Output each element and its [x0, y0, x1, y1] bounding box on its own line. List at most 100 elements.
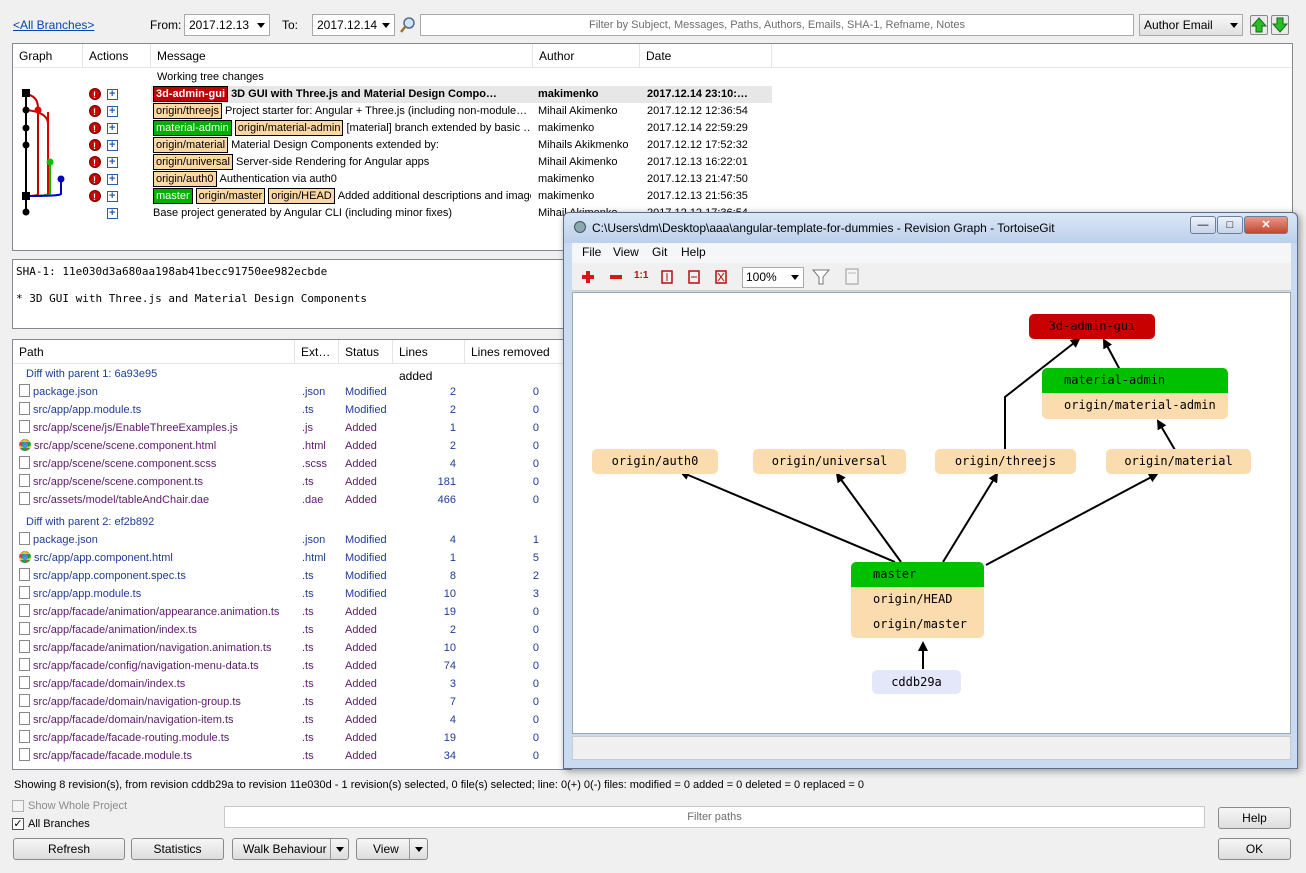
menu-file[interactable]: File: [582, 245, 601, 259]
col-header-status[interactable]: Status: [339, 340, 393, 364]
diff-group-header[interactable]: Diff with parent 1: 6a93e95: [13, 365, 571, 383]
file-row[interactable]: src/app/facade/animation/index.ts .ts Adde…: [13, 621, 571, 639]
ok-button[interactable]: OK: [1218, 838, 1291, 860]
node-cddb29a[interactable]: cddb29a: [872, 670, 961, 694]
close-button[interactable]: ✕: [1244, 216, 1288, 234]
error-icon[interactable]: [89, 189, 101, 206]
log-row[interactable]: masterorigin/masterorigin/HEADAdded addi…: [13, 188, 772, 206]
file-row[interactable]: src/app/facade/domain/navigation-item.ts…: [13, 711, 571, 729]
commit-details[interactable]: SHA-1: 11e030d3a680aa198ab41becc91750ee9…: [12, 259, 572, 329]
add-file-icon[interactable]: [107, 188, 118, 205]
log-row[interactable]: origin/threejsProject starter for: Angul…: [13, 103, 772, 121]
error-icon[interactable]: [89, 155, 101, 172]
file-row[interactable]: src/app/app.module.ts .ts Modified 10 3: [13, 585, 571, 603]
file-row[interactable]: src/app/facade/domain/index.ts .ts Added 3 0: [13, 675, 571, 693]
col-header-date[interactable]: Date: [640, 44, 772, 68]
log-row[interactable]: origin/auth0Authentication via auth0 maki…: [13, 171, 772, 189]
node-origin-universal[interactable]: origin/universal: [753, 449, 906, 474]
changed-files-list[interactable]: Path Ext… Status Lines added Lines remov…: [12, 339, 572, 770]
window-title-bar[interactable]: C:\Users\dm\Desktop\aaa\angular-template…: [564, 213, 1297, 243]
zoom-out-icon[interactable]: [609, 270, 623, 284]
show-whole-project-checkbox[interactable]: [12, 800, 24, 812]
file-row[interactable]: src/assets/model/tableAndChair.dae .dae Ad…: [13, 491, 571, 509]
zoom-100-icon[interactable]: 1:1: [634, 270, 648, 284]
to-date-picker[interactable]: 2017.12.14: [312, 14, 395, 36]
revision-graph-window[interactable]: C:\Users\dm\Desktop\aaa\angular-template…: [563, 212, 1298, 769]
col-header-lines-added[interactable]: Lines added: [393, 340, 465, 383]
error-icon[interactable]: [89, 172, 101, 189]
file-row[interactable]: src/app/facade/config/navigation-menu-da…: [13, 657, 571, 675]
file-row[interactable]: src/app/facade/facade-routing.module.ts.…: [13, 729, 571, 747]
filter-field-select[interactable]: Author Email: [1139, 14, 1243, 36]
log-row[interactable]: material-adminorigin/material-admin[mate…: [13, 120, 772, 138]
file-row[interactable]: src/app/facade/domain/navigation-group.t…: [13, 693, 571, 711]
fit-height-icon[interactable]: [660, 270, 674, 284]
col-header-author[interactable]: Author: [533, 44, 640, 68]
maximize-button[interactable]: □: [1217, 216, 1243, 234]
node-origin-material[interactable]: origin/material: [1106, 449, 1251, 474]
error-icon[interactable]: [89, 104, 101, 121]
file-row[interactable]: src/app/app.component.html .html Modified 1…: [13, 549, 571, 567]
file-row[interactable]: src/app/app.component.spec.ts .ts Modified…: [13, 567, 571, 585]
add-file-icon[interactable]: [107, 154, 118, 171]
menu-help[interactable]: Help: [681, 245, 706, 259]
chevron-down-icon[interactable]: [409, 839, 427, 859]
file-row[interactable]: package.json .json Modified 4 1: [13, 531, 571, 549]
error-icon[interactable]: [89, 121, 101, 138]
log-row[interactable]: origin/materialMaterial Design Component…: [13, 137, 772, 155]
fit-width-icon[interactable]: [687, 270, 701, 284]
zoom-select[interactable]: 100%: [742, 267, 804, 288]
zoom-in-icon[interactable]: [581, 270, 595, 284]
file-row[interactable]: package.json .json Modified 2 0: [13, 383, 571, 401]
statistics-button[interactable]: Statistics: [131, 838, 224, 860]
add-file-icon[interactable]: [107, 86, 118, 103]
add-file-icon[interactable]: [107, 205, 118, 222]
node-origin-threejs[interactable]: origin/threejs: [935, 449, 1076, 474]
error-icon[interactable]: [89, 138, 101, 155]
file-row[interactable]: src/app/app.module.ts .ts Modified 2 0: [13, 401, 571, 419]
all-branches-link[interactable]: <All Branches>: [13, 18, 94, 32]
chevron-down-icon[interactable]: [330, 839, 348, 859]
revision-graph-canvas[interactable]: 3d-admin-gui material-admin origin/mater…: [572, 292, 1291, 734]
view-button[interactable]: View: [356, 838, 428, 860]
minimize-button[interactable]: —: [1190, 216, 1216, 234]
filter-search-input[interactable]: Filter by Subject, Messages, Paths, Auth…: [420, 14, 1134, 36]
node-3d-admin-gui[interactable]: 3d-admin-gui: [1029, 314, 1155, 339]
col-header-actions[interactable]: Actions: [83, 44, 151, 68]
file-row[interactable]: src/app/facade/animation/navigation.anim…: [13, 639, 571, 657]
file-row[interactable]: src/app/scene/scene.component.html .html A…: [13, 437, 571, 455]
fit-window-icon[interactable]: [714, 270, 728, 284]
add-file-icon[interactable]: [107, 171, 118, 188]
menu-git[interactable]: Git: [652, 245, 667, 259]
walk-behaviour-button[interactable]: Walk Behaviour: [232, 838, 349, 860]
error-icon[interactable]: [89, 87, 101, 104]
arrow-up-button[interactable]: [1250, 15, 1268, 35]
file-row[interactable]: src/app/facade/animation/appearance.anim…: [13, 603, 571, 621]
search-icon[interactable]: [399, 15, 419, 35]
diff-group-header[interactable]: Diff with parent 2: ef2b892: [13, 513, 571, 531]
file-row[interactable]: src/app/facade/facade.module.ts .ts Added 3…: [13, 747, 571, 765]
col-header-ext[interactable]: Ext…: [295, 340, 339, 364]
log-row[interactable]: 3d-admin-gui3D GUI with Three.js and Mat…: [89, 86, 772, 104]
node-master-group[interactable]: master origin/HEAD origin/master: [851, 562, 984, 638]
document-icon[interactable]: [844, 268, 860, 286]
file-row[interactable]: src/app/scene/scene.component.ts .ts Added…: [13, 473, 571, 491]
file-row[interactable]: src/app/scene/scene.component.scss .scss A…: [13, 455, 571, 473]
filter-icon[interactable]: [811, 268, 831, 286]
working-tree-row[interactable]: Working tree changes: [13, 69, 772, 86]
all-branches-checkbox[interactable]: ✓: [12, 818, 24, 830]
add-file-icon[interactable]: [107, 137, 118, 154]
node-material-admin-group[interactable]: material-admin origin/material-admin: [1042, 368, 1228, 419]
arrow-down-button[interactable]: [1271, 15, 1289, 35]
col-header-lines-removed[interactable]: Lines removed: [465, 340, 571, 364]
log-row[interactable]: origin/universalServer-side Rendering fo…: [13, 154, 772, 172]
help-button[interactable]: Help: [1218, 807, 1291, 829]
file-row[interactable]: src/app/scene/js/EnableThreeExamples.js.…: [13, 419, 571, 437]
from-date-picker[interactable]: 2017.12.13: [184, 14, 270, 36]
node-origin-auth0[interactable]: origin/auth0: [592, 449, 718, 474]
menu-view[interactable]: View: [613, 245, 639, 259]
refresh-button[interactable]: Refresh: [13, 838, 125, 860]
add-file-icon[interactable]: [107, 120, 118, 137]
col-header-message[interactable]: Message: [151, 44, 533, 68]
col-header-path[interactable]: Path: [13, 340, 295, 364]
